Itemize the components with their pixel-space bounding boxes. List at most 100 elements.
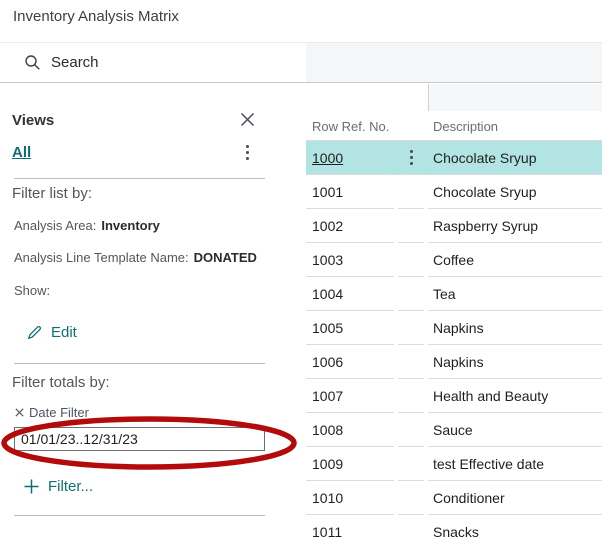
row-ref-link[interactable]: 1000 (312, 150, 343, 166)
row-ref-link[interactable]: 1009 (312, 456, 343, 472)
row-menu-cell[interactable] (398, 379, 424, 413)
row-menu-cell[interactable] (398, 311, 424, 345)
table-body: 1000 Chocolate Sryup 1001 Chocolate Sryu… (306, 141, 602, 537)
row-menu-cell[interactable] (398, 209, 424, 243)
add-filter-label: Filter... (48, 478, 93, 495)
table-row[interactable]: 1000 Chocolate Sryup (306, 141, 602, 175)
date-filter-input[interactable] (14, 427, 265, 451)
row-description-cell[interactable]: Napkins (428, 345, 602, 379)
table-row[interactable]: 1007 Health and Beauty (306, 379, 602, 413)
row-menu-cell[interactable] (398, 243, 424, 277)
filter-pane: Views All Filter list by: Analysis Area:… (0, 84, 297, 537)
table-row[interactable]: 1005 Napkins (306, 311, 602, 345)
row-ref-cell[interactable]: 1002 (306, 209, 394, 243)
views-title: Views (12, 112, 54, 129)
column-header-description[interactable]: Description (433, 119, 498, 134)
row-menu-cell[interactable] (398, 277, 424, 311)
pencil-icon (26, 324, 43, 341)
row-description-cell[interactable]: Snacks (428, 515, 602, 537)
add-filter-button[interactable]: Filter... (24, 478, 93, 495)
analysis-area-label: Analysis Area: (14, 218, 96, 233)
row-description-cell[interactable]: test Effective date (428, 447, 602, 481)
divider (14, 178, 265, 179)
divider (14, 515, 265, 516)
remove-date-filter-button[interactable] (15, 408, 24, 417)
search-label: Search (51, 54, 99, 71)
table-row[interactable]: 1006 Napkins (306, 345, 602, 379)
row-ref-cell[interactable]: 1001 (306, 175, 394, 209)
row-ref-link[interactable]: 1011 (312, 524, 342, 537)
row-menu-cell[interactable] (398, 447, 424, 481)
row-description-text: Chocolate Sryup (433, 184, 537, 200)
row-ref-link[interactable]: 1008 (312, 422, 343, 438)
row-menu-cell[interactable] (398, 141, 424, 175)
row-ref-cell[interactable]: 1007 (306, 379, 394, 413)
analysis-line-template-field: Analysis Line Template Name: DONATED (14, 250, 257, 265)
table-row[interactable]: 1010 Conditioner (306, 481, 602, 515)
row-description-text: Napkins (433, 354, 484, 370)
row-description-cell[interactable]: Raspberry Syrup (428, 209, 602, 243)
row-ref-cell[interactable]: 1004 (306, 277, 394, 311)
row-description-text: Tea (433, 286, 456, 302)
row-ref-cell[interactable]: 1011 (306, 515, 394, 537)
row-ref-cell[interactable]: 1009 (306, 447, 394, 481)
row-ref-cell[interactable]: 1008 (306, 413, 394, 447)
close-filter-pane-button[interactable] (236, 108, 258, 130)
row-description-cell[interactable]: Conditioner (428, 481, 602, 515)
row-ref-link[interactable]: 1007 (312, 388, 343, 404)
row-description-cell[interactable]: Chocolate Sryup (428, 141, 602, 175)
show-field: Show: (14, 283, 55, 298)
divider (14, 363, 265, 364)
edit-filters-button[interactable]: Edit (26, 324, 77, 341)
row-description-text: Conditioner (433, 490, 505, 506)
grid-header: Row Ref. No. Description (306, 84, 602, 141)
row-ref-link[interactable]: 1003 (312, 252, 343, 268)
row-ref-cell[interactable]: 1003 (306, 243, 394, 277)
row-menu-cell[interactable] (398, 175, 424, 209)
view-all-link[interactable]: All (12, 144, 31, 161)
row-description-cell[interactable]: Napkins (428, 311, 602, 345)
row-description-cell[interactable]: Chocolate Sryup (428, 175, 602, 209)
analysis-area-field: Analysis Area:Inventory (14, 218, 160, 233)
row-ref-cell[interactable]: 1010 (306, 481, 394, 515)
search-control[interactable]: Search (24, 43, 99, 82)
table-row[interactable]: 1003 Coffee (306, 243, 602, 277)
analysis-line-template-label: Analysis Line Template Name: (14, 250, 189, 265)
search-icon (24, 54, 41, 71)
row-description-text: Napkins (433, 320, 484, 336)
row-ref-link[interactable]: 1006 (312, 354, 343, 370)
date-filter-field-label: Date Filter (15, 405, 89, 420)
table-row[interactable]: 1002 Raspberry Syrup (306, 209, 602, 243)
edit-label: Edit (51, 324, 77, 341)
row-ref-cell[interactable]: 1006 (306, 345, 394, 379)
row-description-cell[interactable]: Health and Beauty (428, 379, 602, 413)
table-row[interactable]: 1004 Tea (306, 277, 602, 311)
show-label: Show: (14, 283, 50, 298)
row-description-cell[interactable]: Tea (428, 277, 602, 311)
row-menu-cell[interactable] (398, 413, 424, 447)
row-ref-cell[interactable]: 1005 (306, 311, 394, 345)
row-menu-cell[interactable] (398, 515, 424, 537)
row-ref-link[interactable]: 1010 (312, 490, 343, 506)
row-description-cell[interactable]: Coffee (428, 243, 602, 277)
row-ref-cell[interactable]: 1000 (306, 141, 394, 175)
plus-icon (24, 479, 39, 494)
row-menu-cell[interactable] (398, 345, 424, 379)
view-options-menu-button[interactable] (240, 141, 254, 163)
table-row[interactable]: 1008 Sauce (306, 413, 602, 447)
row-menu-cell[interactable] (398, 481, 424, 515)
row-ref-link[interactable]: 1001 (312, 184, 343, 200)
table-row[interactable]: 1001 Chocolate Sryup (306, 175, 602, 209)
table-row[interactable]: 1009 test Effective date (306, 447, 602, 481)
column-header-row-ref-no[interactable]: Row Ref. No. (312, 119, 389, 134)
row-description-text: Sauce (433, 422, 473, 438)
row-ref-link[interactable]: 1004 (312, 286, 343, 302)
table-row[interactable]: 1011 Snacks (306, 515, 602, 537)
row-ref-link[interactable]: 1002 (312, 218, 343, 234)
date-filter-label: Date Filter (29, 405, 89, 420)
analysis-line-template-value: DONATED (194, 250, 257, 265)
close-icon (240, 112, 255, 127)
row-description-cell[interactable]: Sauce (428, 413, 602, 447)
row-ref-link[interactable]: 1005 (312, 320, 343, 336)
row-context-menu-icon[interactable] (410, 150, 413, 165)
